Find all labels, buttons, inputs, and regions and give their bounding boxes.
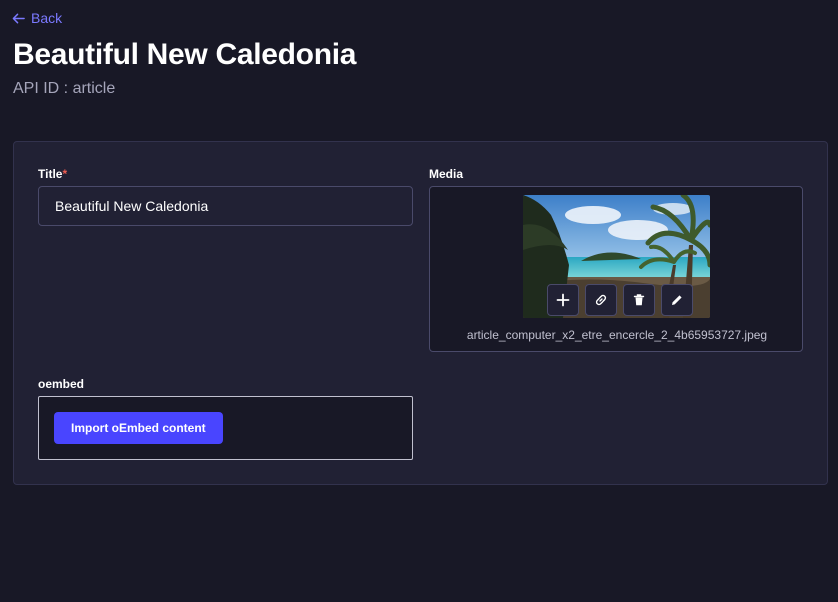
copy-link-button[interactable] xyxy=(585,284,617,316)
arrow-left-icon xyxy=(12,13,25,23)
back-link[interactable]: Back xyxy=(12,10,62,26)
media-actions xyxy=(547,284,693,316)
plus-icon xyxy=(556,293,570,307)
page-title: Beautiful New Caledonia xyxy=(13,38,357,71)
oembed-field-label: oembed xyxy=(38,377,85,391)
title-field-label: Title* xyxy=(38,167,68,181)
title-input-value: Beautiful New Caledonia xyxy=(55,198,209,214)
required-star: * xyxy=(62,167,68,181)
media-filename: article_computer_x2_etre_encercle_2_4b65… xyxy=(466,328,768,342)
edit-media-button[interactable] xyxy=(661,284,693,316)
trash-icon xyxy=(633,294,645,306)
api-id-subtitle: API ID : article xyxy=(13,80,116,97)
pencil-icon xyxy=(672,295,682,305)
back-label: Back xyxy=(31,10,63,26)
edit-form-card: Title* Beautiful New Caledonia Media art… xyxy=(13,141,828,485)
add-media-button[interactable] xyxy=(547,284,579,316)
delete-media-button[interactable] xyxy=(623,284,655,316)
title-input[interactable]: Beautiful New Caledonia xyxy=(38,186,413,226)
media-dropzone[interactable]: article_computer_x2_etre_encercle_2_4b65… xyxy=(429,186,803,352)
import-oembed-button[interactable]: Import oEmbed content xyxy=(54,412,223,444)
oembed-field: Import oEmbed content xyxy=(38,396,413,460)
page: Back Beautiful New Caledonia API ID : ar… xyxy=(0,0,838,602)
link-icon xyxy=(595,294,607,306)
media-field-label: Media xyxy=(429,167,464,181)
